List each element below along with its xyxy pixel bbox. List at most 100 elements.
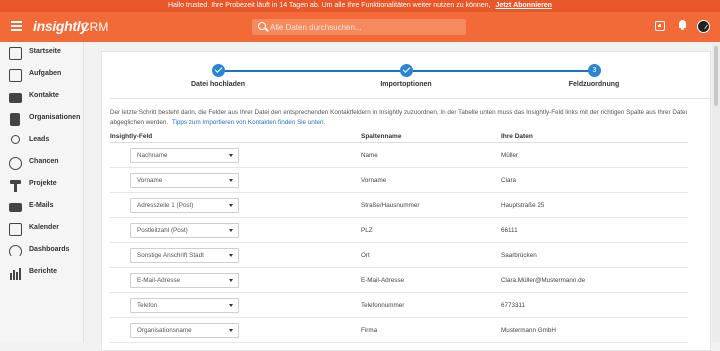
header-column-name: Spaltenname: [361, 133, 402, 140]
step-label-options: Importoptionen: [380, 81, 432, 88]
sidebar-item-label: Aufgaben: [29, 70, 62, 77]
sample-data: Clara: [501, 177, 517, 184]
field-select[interactable]: Telefon: [130, 298, 239, 313]
insightly-logo[interactable]: insightly: [33, 18, 88, 34]
sidebar: Startseite Aufgaben Kontakte Organisatio…: [0, 42, 84, 342]
sample-data: Hauptstraße 25: [501, 202, 545, 209]
header-your-data: Ihre Daten: [501, 133, 533, 140]
checkbox-icon: [9, 69, 22, 82]
sample-data: Müller: [501, 152, 519, 159]
column-name: Telefonnummer: [361, 302, 405, 309]
target-icon: [9, 157, 22, 170]
sidebar-item-startseite[interactable]: Startseite: [0, 45, 84, 63]
menu-icon[interactable]: [11, 21, 22, 31]
calendar-icon: [9, 223, 22, 236]
field-select[interactable]: E-Mail-Adresse: [130, 273, 239, 288]
field-select[interactable]: Vorname: [130, 173, 239, 188]
sidebar-item-dashboards[interactable]: Dashboards: [0, 243, 84, 261]
search-input[interactable]: [270, 19, 460, 35]
column-name: Vorname: [361, 177, 387, 184]
step-label-upload: Datei hochladen: [190, 81, 246, 88]
subscribe-link[interactable]: Jetzt Abonnieren: [495, 2, 552, 9]
reports-icon: [9, 267, 22, 280]
notifications-bell-icon[interactable]: [678, 20, 687, 31]
global-search[interactable]: [252, 19, 466, 35]
sample-data: Saarbrücken: [501, 252, 537, 259]
organization-icon: [10, 113, 20, 126]
column-name: Firma: [361, 327, 378, 334]
table-row: Telefon Telefonnummer 6773311: [110, 293, 688, 318]
column-name: Straße/Hausnummer: [361, 202, 420, 209]
sidebar-item-kalender[interactable]: Kalender: [0, 221, 84, 239]
table-row: Postleitzahl (Post) PLZ 66111: [110, 218, 688, 243]
sidebar-item-e-mails[interactable]: E-Mails: [0, 199, 84, 217]
table-row: Vorname Vorname Clara: [110, 168, 688, 193]
search-icon: [258, 22, 266, 30]
sidebar-item-label: E-Mails: [29, 202, 54, 209]
sidebar-item-projekte[interactable]: Projekte: [0, 177, 84, 195]
dropdown-caret-icon: [229, 304, 233, 307]
column-name: Ort: [361, 252, 370, 259]
hammer-icon: [9, 179, 22, 192]
sidebar-item-leads[interactable]: Leads: [0, 133, 84, 151]
field-select[interactable]: Postleitzahl (Post): [130, 223, 239, 238]
table-row: Organisationsname Firma Mustermann GmbH: [110, 318, 688, 343]
step-done-icon: [212, 64, 225, 77]
divider: [110, 98, 710, 99]
sidebar-item-aufgaben[interactable]: Aufgaben: [0, 67, 84, 85]
dropdown-caret-icon: [229, 229, 233, 232]
field-select[interactable]: Sonstige Anschrift Stadt: [130, 248, 239, 263]
table-row: Sonstige Anschrift Stadt Ort Saarbrücken: [110, 243, 688, 268]
table-row: E-Mail-Adresse E-Mail-Adresse Clara.Müll…: [110, 268, 688, 293]
step-label-mapping: Feldzuordnung: [568, 81, 620, 88]
sample-data: 6773311: [501, 302, 526, 309]
leads-icon: [11, 135, 20, 144]
top-bar: insightly CRM: [0, 12, 720, 42]
sidebar-item-organisationen[interactable]: Organisationen: [0, 111, 84, 129]
field-select[interactable]: Nachname: [130, 148, 239, 163]
page-scrollbar[interactable]: [712, 42, 720, 342]
contact-card-icon: [9, 93, 22, 103]
product-name: CRM: [81, 20, 109, 34]
dropdown-caret-icon: [229, 329, 233, 332]
add-new-icon[interactable]: [655, 21, 665, 31]
sidebar-item-chancen[interactable]: Chancen: [0, 155, 84, 173]
sidebar-item-label: Organisationen: [29, 114, 81, 121]
import-stepper: Datei hochladen Importoptionen 3 Feldzuo…: [102, 52, 710, 102]
trial-banner: Hallo trusted. Ihre Probezeit läuft in 1…: [0, 0, 720, 12]
sidebar-item-label: Startseite: [29, 48, 61, 55]
table-row: Adresszeile 1 (Post) Straße/Hausnummer H…: [110, 193, 688, 218]
sidebar-item-label: Projekte: [29, 180, 57, 187]
user-avatar[interactable]: [697, 20, 710, 33]
scrollbar-thumb[interactable]: [714, 46, 718, 106]
trial-banner-text: Hallo trusted. Ihre Probezeit läuft in 1…: [168, 2, 491, 9]
dropdown-caret-icon: [229, 204, 233, 207]
sidebar-item-label: Dashboards: [29, 246, 70, 253]
import-tips-link[interactable]: Tipps zum Importieren von Kontakten find…: [172, 119, 325, 126]
step-done-icon: [400, 64, 413, 77]
dropdown-caret-icon: [229, 154, 233, 157]
table-row: Nachname Name Müller: [110, 143, 688, 168]
dropdown-caret-icon: [229, 254, 233, 257]
sidebar-item-berichte[interactable]: Berichte: [0, 265, 84, 283]
main-content: Datei hochladen Importoptionen 3 Feldzuo…: [84, 42, 720, 351]
sample-data: Mustermann GmbH: [501, 327, 556, 334]
sidebar-item-label: Chancen: [29, 158, 59, 165]
sidebar-item-kontakte[interactable]: Kontakte: [0, 89, 84, 107]
building-icon: [9, 47, 22, 60]
column-name: PLZ: [361, 227, 373, 234]
import-card: Datei hochladen Importoptionen 3 Feldzuo…: [101, 51, 711, 351]
sidebar-item-label: Kalender: [29, 224, 59, 231]
sidebar-item-label: Berichte: [29, 268, 58, 275]
field-select[interactable]: Adresszeile 1 (Post): [130, 198, 239, 213]
sample-data: Clara.Müller@Mustermann.de: [501, 277, 586, 284]
dropdown-caret-icon: [229, 279, 233, 282]
dropdown-caret-icon: [229, 179, 233, 182]
field-select[interactable]: Organisationsname: [130, 323, 239, 338]
column-name: Name: [361, 152, 378, 159]
sidebar-item-label: Leads: [29, 136, 50, 143]
mail-icon: [9, 203, 22, 212]
mapping-table-header: Insightly-Feld Spaltenname Ihre Daten: [110, 131, 688, 143]
instructions: Der letzte Schritt besteht darin, die Fe…: [110, 108, 710, 128]
sidebar-item-label: Kontakte: [29, 92, 59, 99]
